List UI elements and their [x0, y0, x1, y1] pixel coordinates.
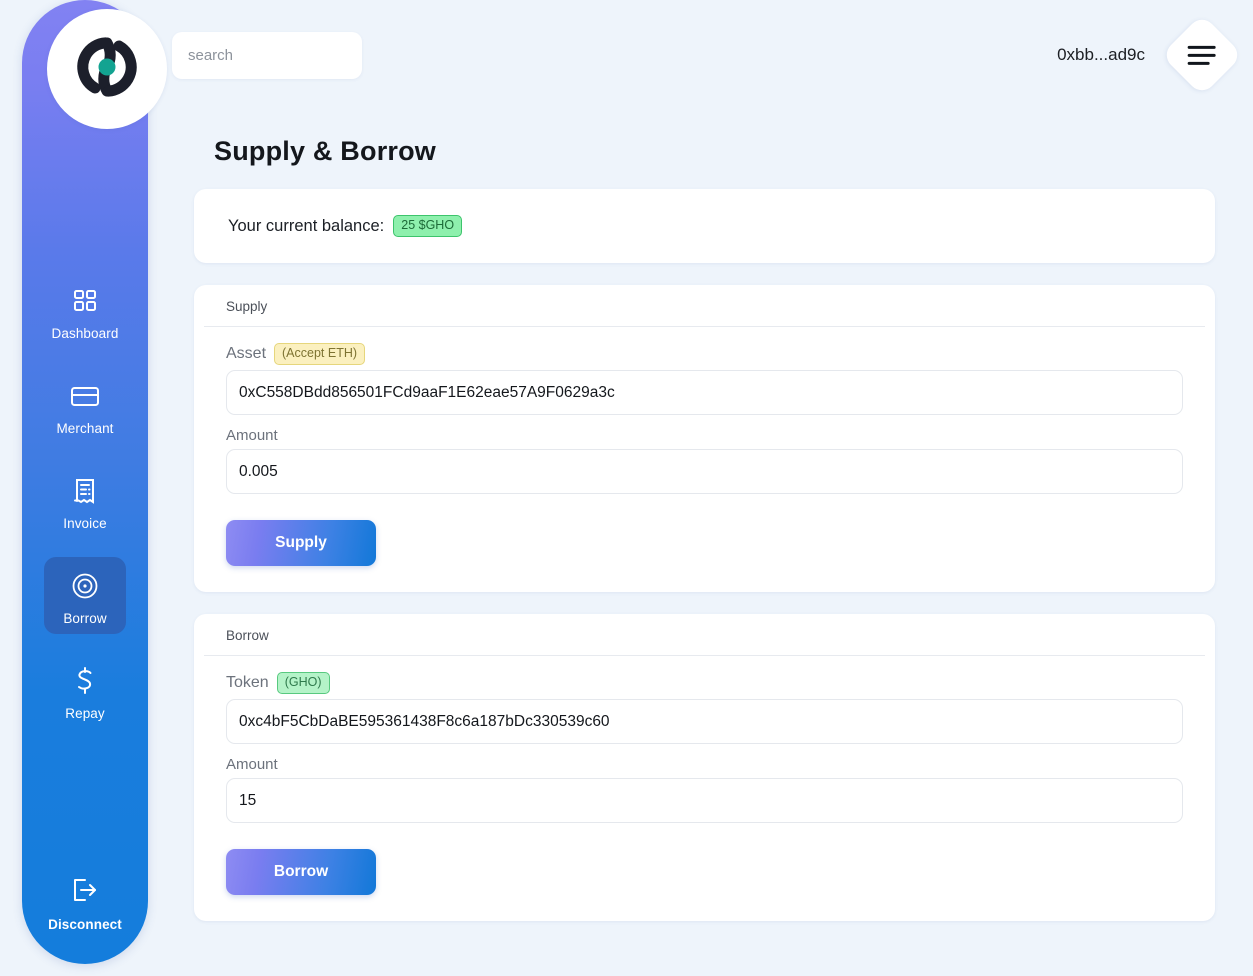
- dollar-icon: [72, 664, 98, 698]
- supply-amount-field: Amount: [194, 427, 1215, 494]
- sidebar-item-label: Borrow: [63, 611, 106, 626]
- borrow-token-label-row: Token (GHO): [226, 672, 1183, 694]
- disconnect-button[interactable]: Disconnect: [22, 873, 148, 932]
- borrow-amount-input[interactable]: [226, 778, 1183, 823]
- wallet-address[interactable]: 0xbb...ad9c: [1057, 45, 1145, 65]
- borrow-token-badge: (GHO): [277, 672, 330, 694]
- balance-row: Your current balance: 25 $GHO: [228, 215, 1181, 237]
- borrow-amount-field: Amount: [194, 756, 1215, 823]
- search-input[interactable]: [172, 32, 362, 79]
- borrow-section-title: Borrow: [204, 614, 1205, 656]
- main-content: Supply & Borrow Your current balance: 25…: [172, 112, 1253, 976]
- sidebar-item-merchant[interactable]: Merchant: [44, 367, 126, 444]
- balance-badge: 25 $GHO: [393, 215, 462, 237]
- target-icon: [70, 569, 100, 603]
- disconnect-label: Disconnect: [48, 917, 122, 932]
- sidebar-item-label: Merchant: [56, 421, 113, 436]
- topbar: 0xbb...ad9c: [172, 0, 1253, 112]
- sidebar-item-borrow[interactable]: Borrow: [44, 557, 126, 634]
- borrow-button[interactable]: Borrow: [226, 849, 376, 895]
- credit-card-icon: [69, 379, 101, 413]
- interlocking-circles-logo-icon: [70, 30, 144, 109]
- sidebar: Dashboard Merchant: [22, 0, 148, 964]
- sidebar-item-label: Dashboard: [52, 326, 119, 341]
- borrow-token-label: Token: [226, 674, 269, 692]
- borrow-token-field: Token (GHO): [194, 672, 1215, 744]
- sidebar-item-label: Invoice: [63, 516, 106, 531]
- supply-asset-badge: (Accept ETH): [274, 343, 365, 365]
- supply-amount-label: Amount: [226, 427, 278, 444]
- page-title: Supply & Borrow: [214, 136, 1215, 167]
- supply-amount-label-row: Amount: [226, 427, 1183, 444]
- supply-card: Supply Asset (Accept ETH) Amount Supply: [194, 285, 1215, 592]
- hamburger-menu-button[interactable]: [1161, 14, 1243, 96]
- sidebar-item-label: Repay: [65, 706, 105, 721]
- supply-button[interactable]: Supply: [226, 520, 376, 566]
- supply-asset-label-row: Asset (Accept ETH): [226, 343, 1183, 365]
- sidebar-item-repay[interactable]: Repay: [44, 652, 126, 729]
- logout-icon: [70, 873, 100, 907]
- grid-icon: [71, 284, 99, 318]
- borrow-token-input[interactable]: [226, 699, 1183, 744]
- receipt-icon: [71, 474, 99, 508]
- supply-asset-field: Asset (Accept ETH): [194, 343, 1215, 415]
- borrow-card: Borrow Token (GHO) Amount Borrow: [194, 614, 1215, 921]
- supply-amount-input[interactable]: [226, 449, 1183, 494]
- supply-asset-label: Asset: [226, 345, 266, 363]
- balance-label: Your current balance:: [228, 217, 384, 236]
- supply-section-title: Supply: [204, 285, 1205, 327]
- app-logo[interactable]: [47, 9, 167, 129]
- supply-asset-input[interactable]: [226, 370, 1183, 415]
- hamburger-icon: [1188, 46, 1216, 65]
- balance-card: Your current balance: 25 $GHO: [194, 189, 1215, 263]
- sidebar-nav: Dashboard Merchant: [22, 272, 148, 747]
- borrow-amount-label: Amount: [226, 756, 278, 773]
- sidebar-item-invoice[interactable]: Invoice: [44, 462, 126, 539]
- borrow-amount-label-row: Amount: [226, 756, 1183, 773]
- sidebar-item-dashboard[interactable]: Dashboard: [44, 272, 126, 349]
